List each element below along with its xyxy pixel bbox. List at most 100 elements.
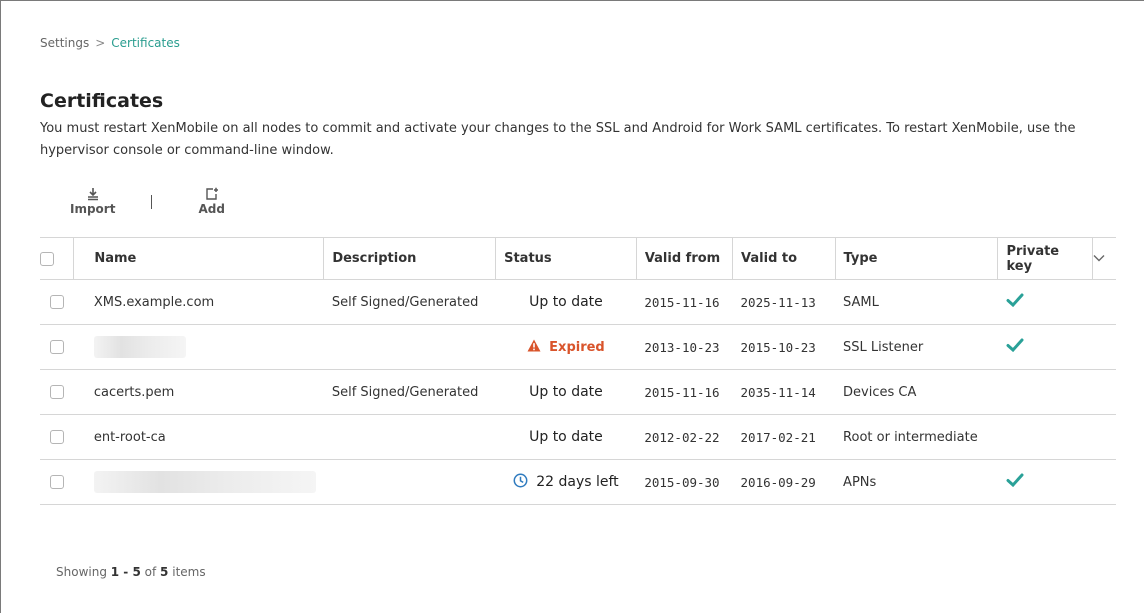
status-expired: Expired: [527, 339, 605, 356]
cell-valid-from: 2015-11-16: [636, 369, 733, 415]
column-header-type[interactable]: Type: [834, 237, 998, 280]
redacted-name: [93, 336, 186, 358]
cell-private-key: [997, 369, 1093, 415]
chevron-down-icon: [1093, 251, 1105, 266]
cell-type: Root or intermediate: [835, 414, 998, 460]
table-header-row: Name Description Status Valid from Valid…: [40, 237, 1116, 280]
checkmark-icon: [1006, 338, 1024, 356]
cell-description: Self Signed/Generated: [323, 369, 496, 415]
row-checkbox[interactable]: [49, 340, 64, 354]
cell-private-key: [997, 414, 1093, 460]
cell-description: [323, 414, 496, 460]
breadcrumb-separator: >: [95, 36, 106, 50]
import-button[interactable]: Import: [70, 187, 115, 216]
breadcrumb: Settings > Certificates: [40, 36, 180, 50]
certificates-table: Name Description Status Valid from Valid…: [40, 237, 1116, 505]
cell-type: Devices CA: [835, 369, 998, 415]
status-expiring: 22 days left: [513, 473, 619, 492]
table-row[interactable]: ent-root-ca Up to date 2012-02-22 2017-0…: [40, 414, 1116, 460]
add-label: Add: [198, 202, 225, 216]
table-row[interactable]: XMS.example.com Self Signed/Generated Up…: [40, 279, 1116, 325]
status-text: Up to date: [529, 384, 603, 400]
cell-status: Up to date: [495, 369, 637, 415]
cell-valid-from: 2015-09-30: [636, 459, 733, 505]
status-text: Up to date: [529, 429, 603, 445]
cell-name: [73, 459, 324, 505]
cell-status: Expired: [495, 324, 637, 370]
cell-name: [73, 324, 324, 370]
cell-description: Self Signed/Generated: [323, 279, 496, 325]
table-row[interactable]: cacerts.pem Self Signed/Generated Up to …: [40, 369, 1116, 415]
cell-valid-to: 2015-10-23: [732, 324, 836, 370]
footer-prefix: Showing: [56, 565, 107, 579]
cell-private-key: [997, 279, 1093, 325]
cell-name: cacerts.pem: [73, 369, 324, 415]
row-checkbox[interactable]: [49, 385, 64, 399]
cell-status: Up to date: [495, 414, 637, 460]
breadcrumb-settings[interactable]: Settings: [40, 36, 89, 50]
cell-name: XMS.example.com: [73, 279, 324, 325]
cell-valid-to: 2017-02-21: [732, 414, 836, 460]
footer-total: 5: [160, 565, 169, 579]
import-label: Import: [70, 202, 116, 216]
cell-name: ent-root-ca: [73, 414, 324, 460]
add-button[interactable]: Add: [198, 187, 225, 216]
cell-spacer: [1092, 279, 1116, 325]
column-header-valid-to[interactable]: Valid to: [732, 237, 836, 280]
row-checkbox[interactable]: [49, 295, 64, 309]
toolbar: Import Add: [70, 187, 225, 223]
import-icon: [86, 187, 100, 202]
pagination-summary: Showing 1 - 5 of 5 items: [56, 565, 206, 579]
checkmark-icon: [1006, 473, 1024, 491]
status-text: Expired: [549, 339, 605, 355]
column-header-description[interactable]: Description: [323, 237, 496, 280]
select-all-cell: [40, 237, 74, 280]
row-checkbox[interactable]: [49, 475, 64, 489]
cell-valid-to: 2035-11-14: [732, 369, 836, 415]
checkmark-icon: [1006, 293, 1024, 311]
column-header-name[interactable]: Name: [73, 237, 324, 280]
row-select-cell: [40, 324, 74, 370]
column-header-valid-from[interactable]: Valid from: [635, 237, 733, 280]
cell-private-key: [997, 324, 1093, 370]
table-row[interactable]: 22 days left 2015-09-30 2016-09-29 APNs: [40, 459, 1116, 505]
footer-suffix: items: [172, 565, 206, 579]
cell-private-key: [997, 459, 1093, 505]
cell-description: [323, 324, 496, 370]
cell-type: SAML: [835, 279, 998, 325]
cell-valid-to: 2016-09-29: [732, 459, 836, 505]
toolbar-divider: [151, 195, 153, 209]
redacted-name: [93, 471, 316, 493]
cell-spacer: [1092, 459, 1116, 505]
row-select-cell: [40, 279, 74, 325]
cell-valid-from: 2015-11-16: [636, 279, 733, 325]
status-text: 22 days left: [536, 474, 619, 490]
clock-icon: [513, 473, 528, 492]
cell-type: SSL Listener: [835, 324, 998, 370]
footer-range: 1 - 5: [110, 565, 141, 579]
cell-status: 22 days left: [495, 459, 637, 505]
column-header-private-key[interactable]: Private key: [997, 237, 1093, 280]
row-checkbox[interactable]: [49, 430, 64, 444]
cell-valid-from: 2013-10-23: [636, 324, 733, 370]
page-title: Certificates: [40, 90, 164, 112]
select-all-checkbox[interactable]: [40, 251, 54, 266]
column-menu-button[interactable]: [1091, 237, 1116, 280]
status-text: Up to date: [529, 294, 603, 310]
row-select-cell: [40, 369, 74, 415]
column-header-status[interactable]: Status: [495, 237, 637, 280]
breadcrumb-certificates[interactable]: Certificates: [111, 36, 180, 50]
cell-spacer: [1092, 369, 1116, 415]
cell-spacer: [1092, 414, 1116, 460]
footer-middle: of: [144, 565, 157, 579]
cell-valid-from: 2012-02-22: [636, 414, 733, 460]
add-icon: [205, 187, 219, 202]
cell-type: APNs: [835, 459, 998, 505]
row-select-cell: [40, 459, 74, 505]
warning-icon: [527, 339, 541, 356]
cell-spacer: [1092, 324, 1116, 370]
cell-valid-to: 2025-11-13: [732, 279, 836, 325]
cell-description: [323, 459, 496, 505]
intro-text: You must restart XenMobile on all nodes …: [40, 121, 1076, 158]
table-row[interactable]: Expired 2013-10-23 2015-10-23 SSL Listen…: [40, 324, 1116, 370]
